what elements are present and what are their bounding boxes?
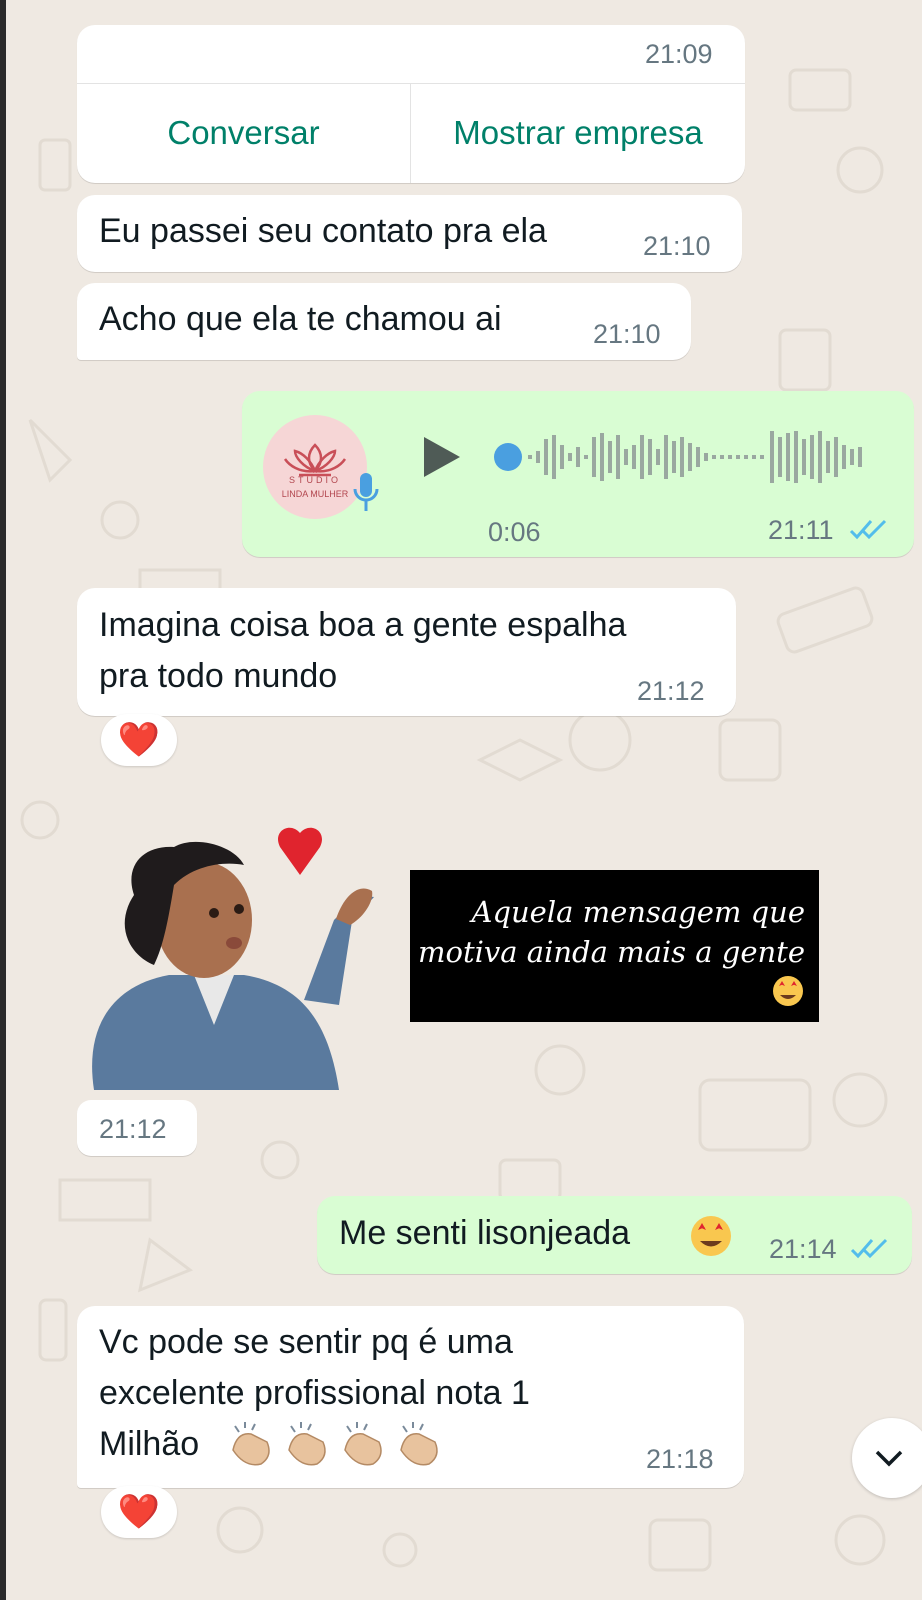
outgoing-message[interactable]: Me senti lisonjeada 21:14 xyxy=(317,1196,912,1274)
message-time: 21:18 xyxy=(646,1444,714,1474)
message-text: Acho que ela te chamou ai xyxy=(99,300,502,338)
message-time: 21:10 xyxy=(643,231,711,261)
incoming-message[interactable]: Eu passei seu contato pra ela 21:10 xyxy=(77,195,742,272)
message-time: 21:10 xyxy=(593,319,661,349)
message-text-line: Milhão xyxy=(99,1425,200,1463)
quote-line: Aquela mensagem que xyxy=(471,895,806,929)
message-time: 21:09 xyxy=(645,39,713,69)
playback-position-knob xyxy=(494,443,522,471)
microphone-icon xyxy=(353,473,379,511)
chevron-down-icon xyxy=(875,1450,903,1467)
voice-waveform[interactable] xyxy=(492,427,892,487)
message-time: 21:11 xyxy=(768,515,834,545)
voice-duration: 0:06 xyxy=(488,517,541,547)
message-time: 21:14 xyxy=(769,1234,837,1264)
message-text-line: pra todo mundo xyxy=(99,657,338,695)
sticker-time-badge: 21:12 xyxy=(77,1100,197,1156)
quote-line: motiva ainda mais a gente xyxy=(418,935,805,969)
message-time: 21:12 xyxy=(99,1114,167,1144)
message-text-line: excelente profissional nota 1 xyxy=(99,1374,530,1412)
outgoing-voice-message[interactable]: STUDIO LINDA MULHER 0:06 21:11 xyxy=(242,391,914,557)
play-icon[interactable] xyxy=(422,435,462,479)
message-text: Me senti lisonjeada xyxy=(339,1214,631,1252)
star-struck-emoji-icon xyxy=(689,1214,733,1263)
clapping-hands-emoji-icon xyxy=(227,1420,447,1475)
heart-reaction[interactable]: ❤️ xyxy=(101,714,177,766)
woman-blowing-kiss-sticker xyxy=(92,827,374,1090)
message-time: 21:12 xyxy=(637,676,705,706)
incoming-message[interactable]: Imagina coisa boa a gente espalha pra to… xyxy=(77,588,736,716)
scroll-to-bottom-button[interactable] xyxy=(852,1418,922,1498)
heart-reaction[interactable]: ❤️ xyxy=(101,1486,177,1538)
read-ticks-icon xyxy=(849,519,887,540)
message-text: Eu passei seu contato pra ela xyxy=(99,212,547,250)
quote-image: Aquela mensagem que motiva ainda mais a … xyxy=(410,870,819,1022)
chat-button[interactable]: Conversar xyxy=(77,83,410,183)
read-ticks-icon xyxy=(850,1238,888,1259)
avatar-sticker[interactable] xyxy=(74,825,394,1090)
show-business-button[interactable]: Mostrar empresa xyxy=(411,83,745,183)
star-struck-emoji-icon xyxy=(418,974,805,1018)
incoming-message[interactable]: Acho que ela te chamou ai 21:10 xyxy=(77,283,691,360)
business-contact-card: 21:09 Conversar Mostrar empresa xyxy=(77,25,745,183)
message-text-line: Vc pode se sentir pq é uma xyxy=(99,1323,513,1361)
incoming-message[interactable]: Vc pode se sentir pq é uma excelente pro… xyxy=(77,1306,744,1488)
message-text-line: Imagina coisa boa a gente espalha xyxy=(99,606,627,644)
window-edge xyxy=(0,0,6,1600)
